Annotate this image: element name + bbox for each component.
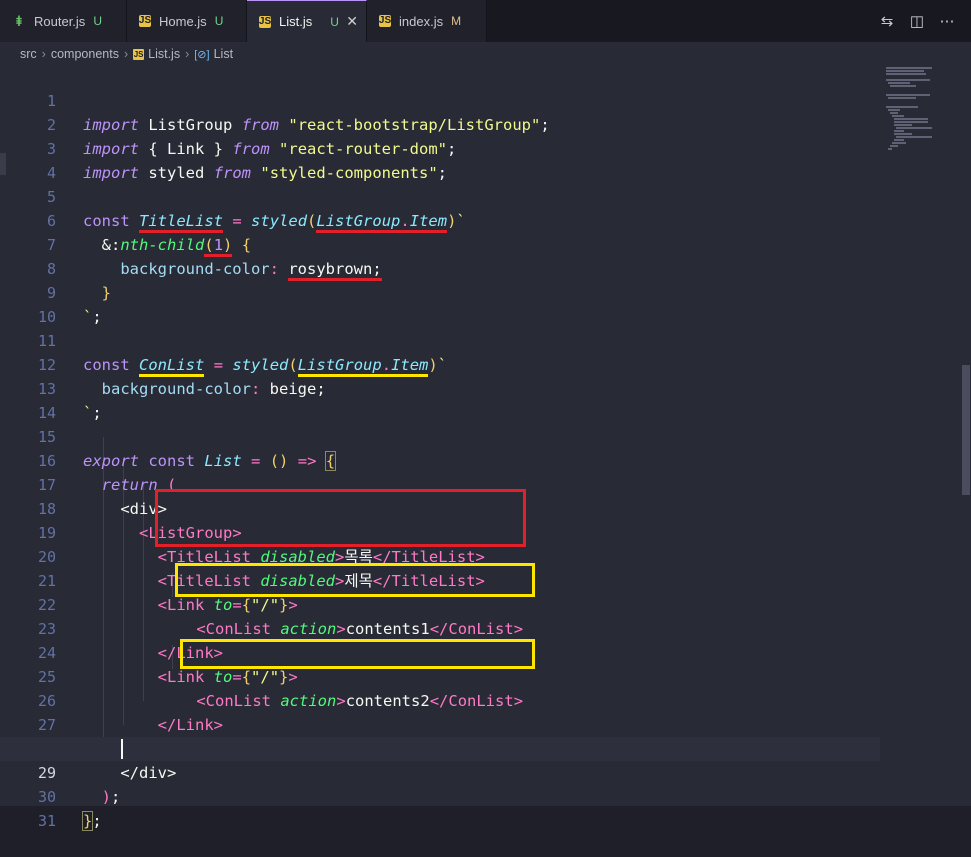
code-line: 2 import { Link } from "react-router-dom… bbox=[0, 89, 880, 158]
code-line: 3 import styled from "styled-components"… bbox=[0, 113, 880, 182]
code-line: 14 bbox=[0, 377, 880, 422]
code-line: 12 background-color: beige; bbox=[0, 329, 880, 398]
code-line: 30 }; bbox=[0, 761, 880, 831]
code-line-current: 29 ); bbox=[0, 737, 880, 806]
code-line: 19 <TitleList disabled>목록</TitleList> bbox=[0, 497, 880, 566]
code-line: 16 return ( bbox=[0, 425, 880, 494]
code-line: 6 &:nth-child(1) { bbox=[0, 185, 880, 257]
breadcrumb: src › components › JS List.js › [⊘] List bbox=[0, 43, 971, 65]
modified-badge: M bbox=[451, 14, 462, 28]
untracked-badge: U bbox=[93, 14, 102, 28]
code-editor[interactable]: 1 import ListGroup from "react-bootstrap… bbox=[0, 65, 971, 831]
tab-index-js[interactable]: JS index.js M bbox=[367, 0, 487, 42]
breadcrumb-item[interactable]: List.js bbox=[148, 47, 180, 61]
code-line: 27 </ListGroup> bbox=[0, 689, 880, 758]
scrollbar-thumb[interactable] bbox=[962, 365, 970, 495]
editor-actions: ⇆ ◫ ⋯ bbox=[877, 0, 971, 42]
code-line: 5 const TitleList = styled(ListGroup.Ite… bbox=[0, 161, 880, 233]
code-text: }; bbox=[81, 811, 102, 831]
code-line: 18 <ListGroup> bbox=[0, 473, 880, 542]
tab-home-js[interactable]: JS Home.js U bbox=[127, 0, 247, 42]
code-line: 26 </Link> bbox=[0, 665, 880, 734]
tab-label: Home.js bbox=[159, 13, 207, 29]
more-actions-icon[interactable]: ⋯ bbox=[937, 12, 957, 30]
breadcrumb-item[interactable]: src bbox=[20, 47, 37, 61]
close-icon[interactable]: ✕ bbox=[346, 13, 358, 30]
tab-label: index.js bbox=[399, 13, 444, 29]
code-line: 15 export const List = () => { bbox=[0, 401, 880, 471]
code-line: 17 <div> bbox=[0, 449, 880, 518]
text-cursor bbox=[121, 739, 123, 759]
code-line: 25 <ConList action>contents2</ConList> bbox=[0, 641, 880, 710]
chevron-right-icon: › bbox=[123, 47, 129, 61]
code-line: 4 bbox=[0, 137, 880, 182]
compare-changes-icon[interactable]: ⇆ bbox=[877, 12, 897, 30]
breadcrumb-item[interactable]: components bbox=[51, 47, 119, 61]
gutter-marker bbox=[0, 153, 6, 175]
tab-label: Router.js bbox=[34, 13, 86, 29]
code-line: 31 bbox=[0, 785, 880, 830]
chevron-right-icon: › bbox=[185, 47, 190, 61]
untracked-badge: U bbox=[214, 14, 224, 28]
chevron-right-icon: › bbox=[41, 47, 46, 61]
split-editor-icon[interactable]: ◫ bbox=[907, 12, 927, 30]
minimap[interactable] bbox=[880, 65, 950, 806]
js-file-icon: JS bbox=[133, 48, 145, 60]
code-line: 23 </Link> bbox=[0, 593, 880, 662]
untracked-badge: U bbox=[330, 14, 339, 29]
code-line: 1 import ListGroup from "react-bootstrap… bbox=[0, 65, 880, 134]
breadcrumb-item[interactable]: List bbox=[214, 47, 233, 61]
tab-label: List.js bbox=[279, 14, 313, 29]
code-line: 21 <Link to={"/"}> bbox=[0, 545, 880, 614]
code-line: 10 bbox=[0, 281, 880, 326]
code-line: 28 </div> bbox=[0, 713, 880, 782]
symbol-variable-icon: [⊘] bbox=[194, 48, 210, 61]
git-tree-icon: ⯒ bbox=[15, 13, 23, 29]
line-number: 31 bbox=[37, 812, 56, 830]
code-line: 7 background-color: rosybrown; bbox=[0, 209, 880, 281]
code-line: 22 <ConList action>contents1</ConList> bbox=[0, 569, 880, 638]
code-line: 9 `; bbox=[0, 257, 880, 326]
vertical-scrollbar[interactable] bbox=[960, 65, 971, 806]
tab-bar: ⯒ Router.js U JS Home.js U JS List.js U … bbox=[0, 0, 971, 43]
code-line: 11 const ConList = styled(ListGroup.Item… bbox=[0, 305, 880, 377]
code-line: 8 } bbox=[0, 233, 880, 302]
tab-list-js[interactable]: JS List.js U ✕ bbox=[247, 0, 367, 42]
code-line: 13 `; bbox=[0, 353, 880, 422]
js-file-icon: JS bbox=[258, 15, 272, 28]
tab-router-js[interactable]: ⯒ Router.js U bbox=[0, 0, 127, 42]
js-file-icon: JS bbox=[138, 15, 152, 27]
code-line: 24 <Link to={"/"}> bbox=[0, 617, 880, 686]
code-line: 20 <TitleList disabled>제목</TitleList> bbox=[0, 521, 880, 590]
js-file-icon: JS bbox=[378, 15, 392, 27]
